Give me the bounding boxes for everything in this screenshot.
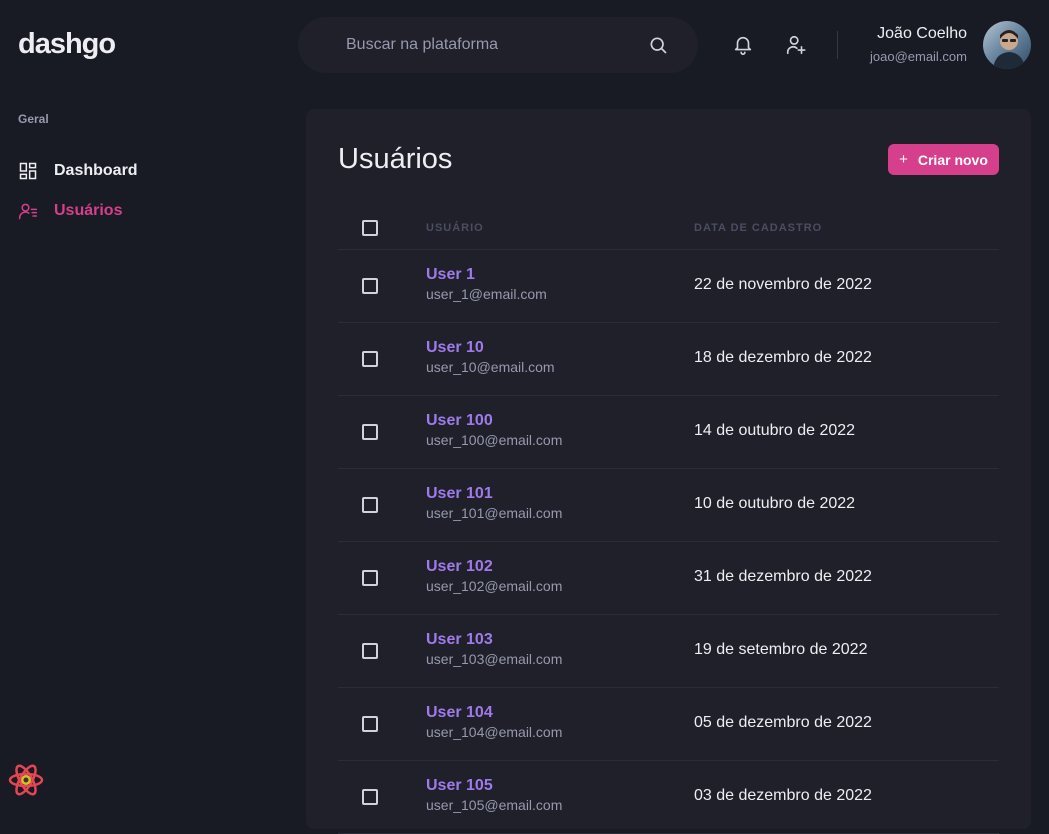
header-date: DATA DE CADASTRO	[694, 222, 823, 234]
user-name-link[interactable]: User 100	[426, 412, 562, 430]
users-icon	[18, 203, 38, 220]
create-user-button-label: Criar novo	[917, 151, 988, 168]
user-cell: User 101 user_101@email.com	[426, 485, 562, 521]
table-row: User 1 user_1@email.com 22 de novembro de …	[338, 250, 999, 323]
table-row: User 103 user_103@email.com 19 de setembro…	[338, 615, 999, 688]
sidebar-item-dashboard[interactable]: Dashboard	[18, 161, 138, 181]
registration-date: 18 de dezembro de 2022	[694, 349, 872, 366]
avatar-photo	[993, 30, 1025, 69]
search-bar	[298, 17, 698, 73]
select-all-checkbox[interactable]	[362, 220, 378, 236]
registration-date: 19 de setembro de 2022	[694, 641, 868, 658]
app-logo: dashgo	[18, 28, 116, 60]
user-name-link[interactable]: User 105	[426, 777, 562, 795]
user-email: user_102@email.com	[426, 578, 563, 594]
registration-date: 05 de dezembro de 2022	[694, 714, 872, 731]
table-row: User 10 user_10@email.com 18 de dezembro d…	[338, 323, 999, 396]
user-email: user_105@email.com	[426, 797, 563, 813]
users-panel: Usuários + Criar novo USUÁRIO DATA DE CA…	[306, 109, 1031, 834]
user-email: user_104@email.com	[426, 724, 563, 740]
user-cell: User 1 user_1@email.com	[426, 266, 547, 302]
search-icon[interactable]	[648, 35, 668, 55]
profile-name: João Coelho	[877, 25, 967, 42]
row-checkbox[interactable]	[362, 278, 378, 294]
create-user-button[interactable]: + Criar novo	[888, 144, 999, 175]
user-cell: User 104 user_104@email.com	[426, 704, 562, 740]
row-checkbox[interactable]	[362, 570, 378, 586]
row-checkbox[interactable]	[362, 643, 378, 659]
registration-date: 03 de dezembro de 2022	[694, 787, 872, 804]
user-name-link[interactable]: User 104	[426, 704, 562, 722]
user-email: user_103@email.com	[426, 651, 563, 667]
user-cell: User 100 user_100@email.com	[426, 412, 562, 448]
profile-email: joao@email.com	[869, 49, 967, 64]
table-row: User 102 user_102@email.com 31 de dezembro…	[338, 542, 999, 615]
search-input[interactable]	[346, 36, 648, 54]
user-email: user_100@email.com	[426, 432, 563, 448]
plus-icon: +	[899, 151, 908, 168]
header-user: USUÁRIO	[426, 222, 484, 234]
page-title: Usuários	[338, 143, 453, 175]
sidebar-section-title: Geral	[18, 112, 49, 126]
user-cell: User 102 user_102@email.com	[426, 558, 562, 594]
table-row: User 105 user_105@email.com 03 de dezembro…	[338, 761, 999, 834]
user-name-link[interactable]: User 1	[426, 266, 547, 284]
table-header: USUÁRIO DATA DE CADASTRO	[338, 207, 999, 250]
table-row: User 101 user_101@email.com 10 de outubro …	[338, 469, 999, 542]
sidebar-item-label: Usuários	[54, 202, 123, 219]
user-email: user_101@email.com	[426, 505, 563, 521]
table-row: User 100 user_100@email.com 14 de outubro …	[338, 396, 999, 469]
registration-date: 31 de dezembro de 2022	[694, 568, 872, 585]
registration-date: 14 de outubro de 2022	[694, 422, 856, 439]
row-checkbox[interactable]	[362, 789, 378, 805]
row-checkbox[interactable]	[362, 716, 378, 732]
user-cell: User 103 user_103@email.com	[426, 631, 562, 667]
sidebar-item-label: Dashboard	[54, 162, 138, 179]
header-divider	[837, 31, 838, 59]
table-row: User 104 user_104@email.com 05 de dezembro…	[338, 688, 999, 761]
table-body: User 1 user_1@email.com 22 de novembro de …	[338, 250, 999, 834]
user-cell: User 105 user_105@email.com	[426, 777, 562, 813]
dashboard-icon	[19, 162, 37, 180]
sidebar-item-users[interactable]: Usuários	[18, 201, 122, 221]
user-name-link[interactable]: User 103	[426, 631, 562, 649]
registration-date: 10 de outubro de 2022	[694, 495, 856, 512]
avatar[interactable]	[983, 21, 1031, 69]
row-checkbox[interactable]	[362, 424, 378, 440]
row-checkbox[interactable]	[362, 351, 378, 367]
user-name-link[interactable]: User 102	[426, 558, 562, 576]
registration-date: 22 de novembro de 2022	[694, 276, 872, 293]
row-checkbox[interactable]	[362, 497, 378, 513]
add-user-icon[interactable]	[785, 34, 807, 56]
user-cell: User 10 user_10@email.com	[426, 339, 555, 375]
bell-icon[interactable]	[732, 34, 754, 56]
react-logo-icon[interactable]	[7, 762, 45, 798]
user-name-link[interactable]: User 10	[426, 339, 555, 357]
user-name-link[interactable]: User 101	[426, 485, 562, 503]
user-email: user_1@email.com	[426, 286, 547, 302]
user-email: user_10@email.com	[426, 359, 555, 375]
users-table: USUÁRIO DATA DE CADASTRO User 1 user_1@em…	[338, 207, 999, 834]
